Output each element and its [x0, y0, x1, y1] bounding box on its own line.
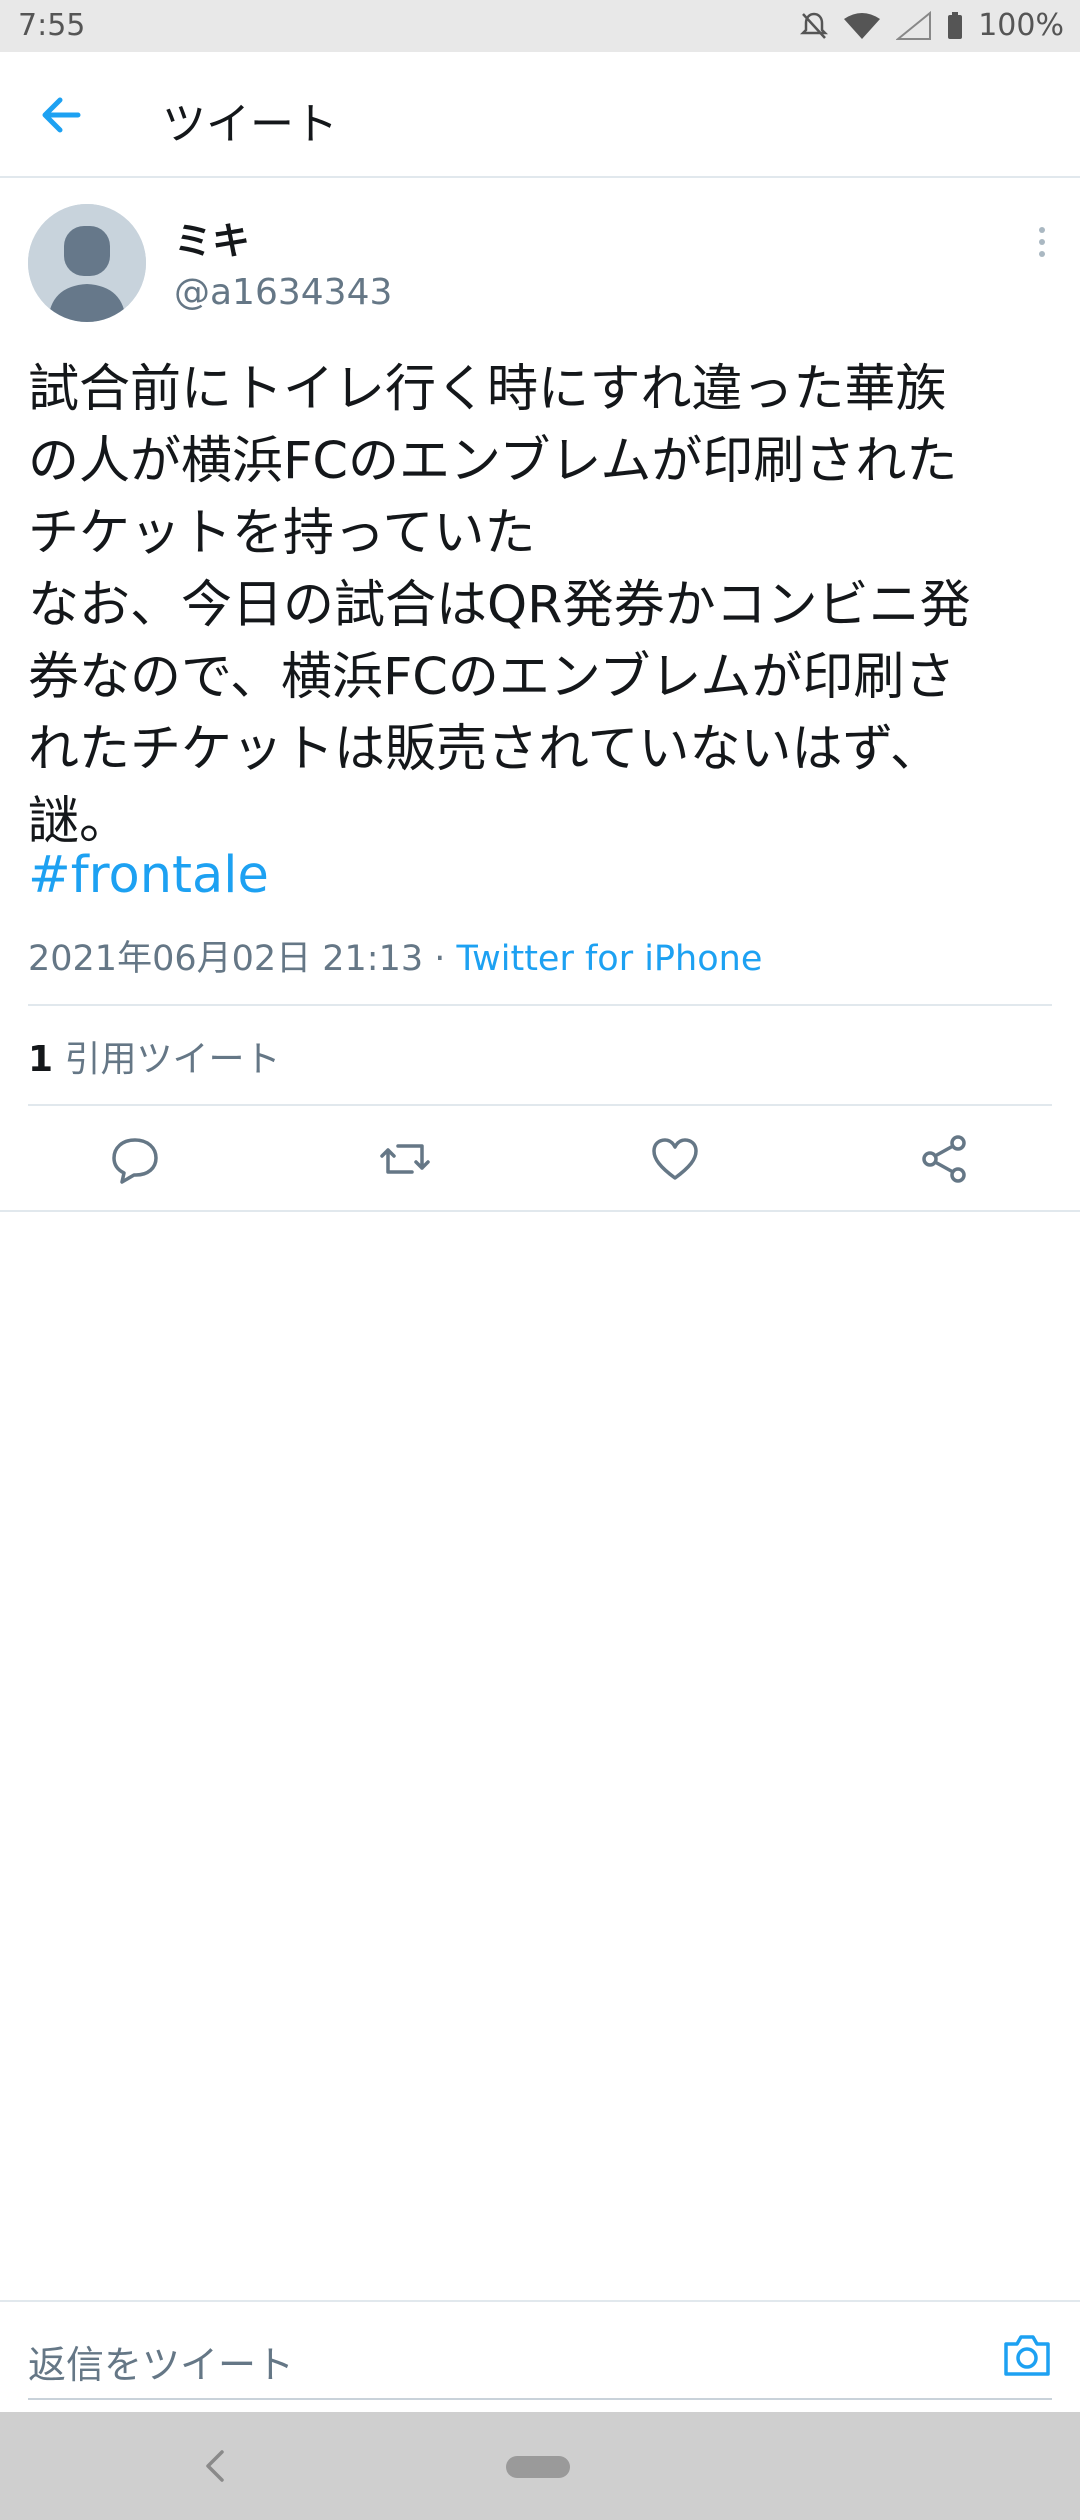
- notifications-off-icon: [800, 11, 829, 41]
- tweet-timestamp: 2021年06月02日 21:13: [28, 939, 424, 979]
- quote-count: 1: [28, 1039, 54, 1080]
- status-icons: 100%: [800, 8, 1064, 43]
- tweet-text: 試合前にトイレ行く時にすれ違った華族 の人が横浜FCのエンブレムが印刷された チ…: [28, 360, 971, 851]
- more-options-button[interactable]: [1032, 222, 1052, 262]
- battery-icon: [946, 11, 964, 41]
- arrow-left-icon: [42, 97, 81, 133]
- status-time: 7:55: [18, 8, 86, 43]
- chevron-left-icon: [206, 2450, 224, 2482]
- status-bar: 7:55 100%: [0, 0, 1080, 52]
- tweet-action-bar: [0, 1106, 1080, 1212]
- share-button[interactable]: [918, 1132, 972, 1186]
- author-username[interactable]: @a1634343: [174, 272, 392, 313]
- page-title: ツイート: [162, 99, 338, 150]
- divider: [28, 1004, 1052, 1006]
- system-back-button[interactable]: [200, 2446, 230, 2486]
- retweet-icon: [380, 1144, 430, 1174]
- like-icon: [652, 1138, 698, 1180]
- tweet-client-link[interactable]: Twitter for iPhone: [457, 939, 763, 979]
- signal-icon: [896, 10, 932, 41]
- reply-input-underline: [28, 2398, 1052, 2400]
- reply-button[interactable]: [108, 1132, 162, 1186]
- author-display-name[interactable]: ミキ: [174, 210, 250, 265]
- like-button[interactable]: [648, 1132, 702, 1186]
- retweet-button[interactable]: [378, 1132, 432, 1186]
- share-icon: [922, 1135, 966, 1183]
- quote-label: 引用ツイート: [64, 1039, 281, 1080]
- avatar[interactable]: [28, 204, 146, 322]
- top-app-bar: ツイート: [0, 52, 1080, 178]
- reply-input[interactable]: 返信をツイート: [28, 2334, 294, 2389]
- default-profile-icon: [28, 204, 146, 322]
- camera-button[interactable]: [1002, 2332, 1052, 2378]
- system-home-button[interactable]: [506, 2456, 570, 2478]
- reply-composer: 返信をツイート: [0, 2300, 1080, 2412]
- system-navigation-bar: [0, 2412, 1080, 2520]
- back-button[interactable]: [34, 90, 90, 140]
- wifi-icon: [842, 11, 882, 41]
- reply-icon: [112, 1138, 158, 1184]
- battery-percent: 100%: [978, 8, 1064, 43]
- meta-separator: ·: [423, 939, 457, 979]
- hashtag-link[interactable]: #frontale: [28, 846, 269, 905]
- camera-icon: [1004, 2335, 1050, 2376]
- quote-tweets-stat[interactable]: 1 引用ツイート: [28, 1030, 281, 1082]
- tweet-meta: 2021年06月02日 21:13 · Twitter for iPhone: [28, 930, 762, 981]
- more-vertical-icon: [1039, 227, 1045, 257]
